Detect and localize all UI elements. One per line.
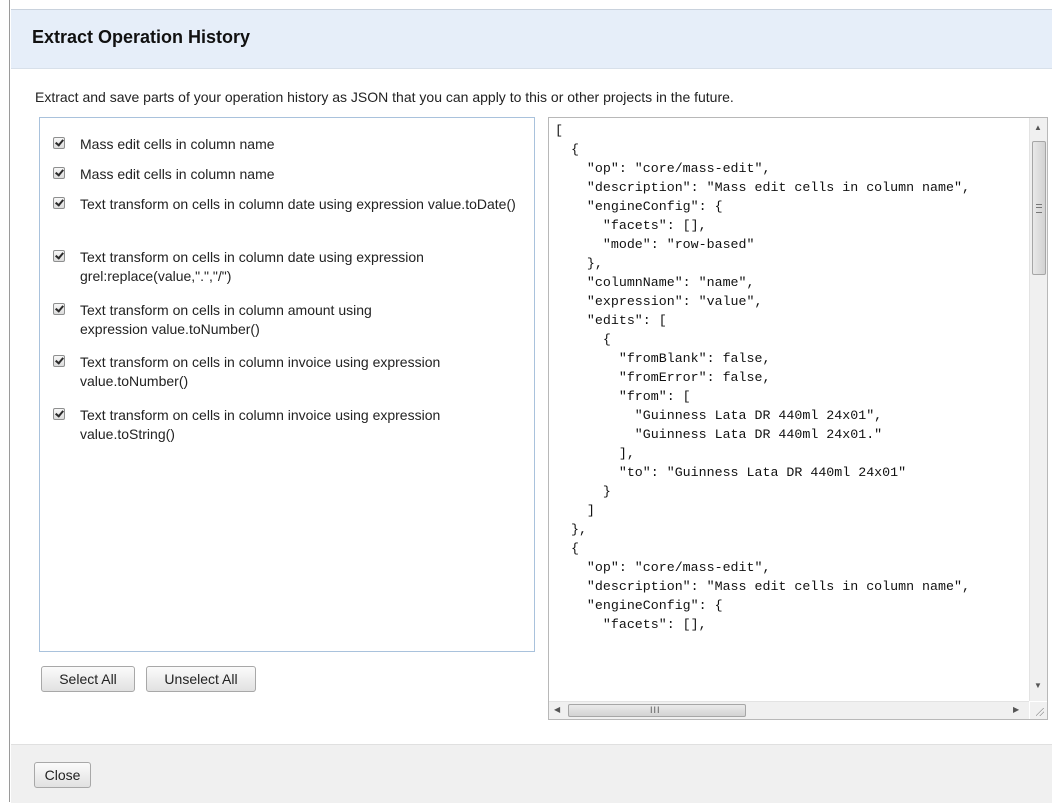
scroll-up-arrow-icon[interactable]: ▲: [1034, 123, 1042, 133]
operation-label: Text transform on cells in column amount…: [80, 302, 372, 337]
vertical-scroll-thumb[interactable]: [1032, 141, 1046, 275]
operation-label: Text transform on cells in column date u…: [80, 196, 516, 212]
vertical-scrollbar[interactable]: ▲ ▼: [1029, 118, 1047, 701]
operation-checkbox[interactable]: [53, 355, 65, 367]
extract-operation-history-dialog: Extract Operation History Extract and sa…: [11, 0, 1052, 803]
dialog-header: Extract Operation History: [11, 10, 1052, 69]
scroll-down-arrow-icon[interactable]: ▼: [1034, 681, 1042, 691]
scroll-right-arrow-icon[interactable]: ▶: [1013, 705, 1019, 715]
dialog-title: Extract Operation History: [32, 27, 251, 47]
operation-checkbox[interactable]: [53, 250, 65, 262]
left-edge: [0, 0, 11, 802]
json-output-text[interactable]: [ { "op": "core/mass-edit", "description…: [555, 121, 1025, 694]
scroll-grip-icon: III: [650, 705, 661, 715]
close-button[interactable]: Close: [34, 762, 91, 788]
operation-label: Text transform on cells in column date u…: [80, 249, 424, 284]
operation-checkbox[interactable]: [53, 167, 65, 179]
horizontal-scrollbar[interactable]: ◀ III ▶: [549, 701, 1029, 719]
json-output-textarea[interactable]: [ { "op": "core/mass-edit", "description…: [548, 117, 1048, 720]
operation-label: Text transform on cells in column invoic…: [80, 407, 441, 442]
operation-label: Text transform on cells in column invoic…: [80, 354, 441, 389]
operation-checkbox[interactable]: [53, 408, 65, 420]
scroll-grip-icon: [1036, 204, 1042, 213]
operation-label: Mass edit cells in column name: [80, 136, 275, 152]
unselect-all-button[interactable]: Unselect All: [146, 666, 256, 692]
operation-label: Mass edit cells in column name: [80, 166, 275, 182]
scroll-left-arrow-icon[interactable]: ◀: [554, 705, 560, 715]
dialog-description: Extract and save parts of your operation…: [35, 89, 734, 105]
operation-checkbox[interactable]: [53, 303, 65, 315]
resize-grip-icon[interactable]: [1030, 702, 1047, 719]
horizontal-scroll-thumb[interactable]: III: [568, 704, 746, 717]
operation-list: Mass edit cells in column name Mass edit…: [39, 117, 535, 652]
operation-checkbox[interactable]: [53, 197, 65, 209]
dialog-footer: Close: [11, 744, 1052, 803]
operation-checkbox[interactable]: [53, 137, 65, 149]
select-all-button[interactable]: Select All: [41, 666, 135, 692]
